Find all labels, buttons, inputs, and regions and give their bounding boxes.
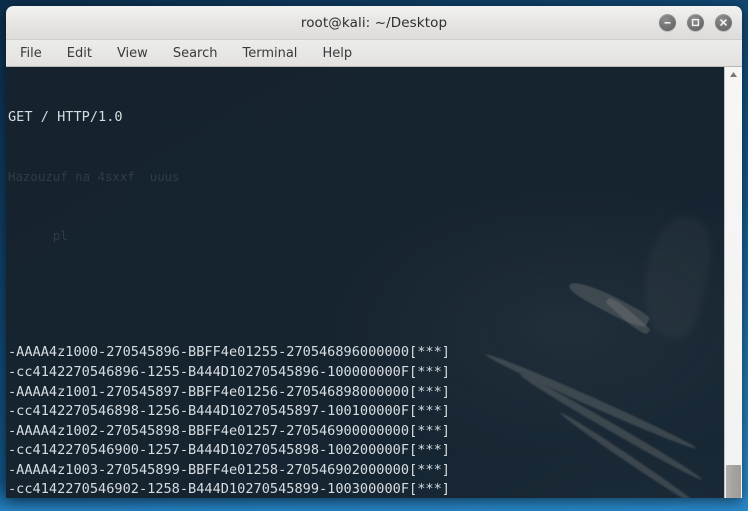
minimize-icon [664,22,671,24]
terminal-faint-line: pl [8,227,68,243]
terminal-output-line: -cc4142270546898-1256-B444D10270545897-1… [8,403,450,420]
maximize-icon [691,18,700,27]
minimize-button[interactable] [659,14,676,31]
window-titlebar[interactable]: root@kali: ~/Desktop [6,6,742,40]
terminal-output-line: -AAAA4z1001-270545897-BBFF4e01256-270546… [8,383,450,400]
terminal-window: root@kali: ~/Desktop File Edit View Sear… [6,6,742,498]
terminal-scrollbar[interactable] [724,67,742,498]
menu-bar: File Edit View Search Terminal Help [6,40,742,67]
maximize-button[interactable] [687,14,704,31]
close-icon [720,19,727,26]
terminal-output: GET / HTTP/1.0 Hazouzuf na 4sxxf uuus pl… [6,67,724,498]
terminal-output-line: -AAAA4z1003-270545899-BBFF4e01258-270546… [8,461,450,478]
scroll-up-button[interactable] [725,67,742,82]
menu-item-view[interactable]: View [115,45,150,62]
terminal-output-line: -cc4142270546902-1258-B444D10270545899-1… [8,481,450,498]
terminal-output-line: -cc4142270546900-1257-B444D10270545898-1… [8,442,450,459]
terminal-faint-line: Hazouzuf na 4sxxf uuus [8,168,180,184]
terminal-screen[interactable]: GET / HTTP/1.0 Hazouzuf na 4sxxf uuus pl… [6,67,724,498]
terminal-output-line: -AAAA4z1000-270545896-BBFF4e01255-270546… [8,344,450,361]
terminal-body: GET / HTTP/1.0 Hazouzuf na 4sxxf uuus pl… [6,67,742,498]
menu-item-help[interactable]: Help [320,45,354,62]
scrollbar-thumb[interactable] [726,464,741,498]
menu-item-search[interactable]: Search [171,45,220,62]
chevron-up-icon [730,72,737,77]
terminal-output-lines: -AAAA4z1000-270545896-BBFF4e01255-270546… [8,343,724,498]
terminal-output-line: -cc4142270546896-1255-B444D10270545896-1… [8,363,450,380]
menu-item-file[interactable]: File [18,45,44,62]
scrollbar-track[interactable] [725,82,742,498]
close-button[interactable] [715,14,732,31]
menu-item-terminal[interactable]: Terminal [240,45,299,62]
menu-item-edit[interactable]: Edit [65,45,94,62]
window-controls [659,6,732,39]
terminal-output-line: -AAAA4z1002-270545898-BBFF4e01257-270546… [8,422,450,439]
terminal-header-line: GET / HTTP/1.0 [8,109,123,126]
window-title: root@kali: ~/Desktop [300,14,448,31]
